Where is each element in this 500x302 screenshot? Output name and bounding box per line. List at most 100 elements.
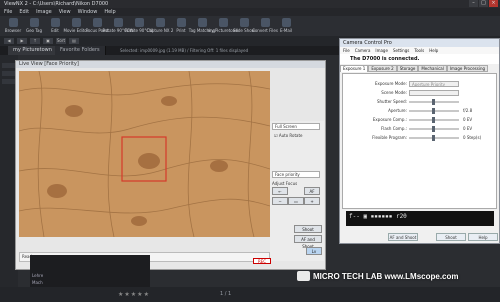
star-icon[interactable]: ★ bbox=[124, 291, 129, 298]
main-menubar: File Edit Image View Window Help bbox=[0, 8, 500, 16]
view-mode-button[interactable]: ▣ bbox=[43, 38, 53, 44]
af-button[interactable]: AF bbox=[304, 187, 320, 195]
tab-storage[interactable]: Storage bbox=[396, 65, 419, 72]
left-panel-item[interactable] bbox=[2, 63, 16, 68]
scene-mode-select[interactable] bbox=[409, 90, 459, 96]
sort-button[interactable]: Sort bbox=[56, 38, 66, 44]
star-icon[interactable]: ★ bbox=[131, 291, 136, 298]
toolbar-slideshow[interactable]: Slide Show bbox=[233, 18, 255, 34]
filter-button[interactable]: ▤ bbox=[69, 38, 79, 44]
focus-near-button[interactable]: ← bbox=[272, 187, 288, 195]
cc-menu-settings[interactable]: Settings bbox=[393, 47, 409, 54]
folder-item[interactable]: Mach bbox=[32, 280, 60, 285]
up-button[interactable]: ↑ bbox=[30, 38, 40, 44]
menu-image[interactable]: Image bbox=[36, 9, 52, 15]
toolbar-browser[interactable]: Browser bbox=[3, 18, 23, 34]
toolbar-edit[interactable]: Edit bbox=[45, 18, 65, 34]
menu-help[interactable]: Help bbox=[104, 9, 115, 15]
af-and-shoot-button[interactable]: AF and Shoot bbox=[294, 235, 322, 249]
flash-comp-slider[interactable] bbox=[409, 126, 459, 132]
toolbar-picturetown[interactable]: my Picturetown bbox=[207, 18, 239, 34]
cc-menu-tools[interactable]: Tools bbox=[414, 47, 424, 54]
cloud-icon bbox=[218, 18, 228, 27]
menu-edit[interactable]: Edit bbox=[19, 9, 29, 15]
slider-thumb[interactable] bbox=[432, 135, 435, 141]
page-indicator: 1 / 1 bbox=[220, 291, 232, 297]
slider-thumb[interactable] bbox=[432, 108, 435, 114]
exposure-mode-label: Exposure Mode: bbox=[374, 81, 407, 86]
rec-indicator[interactable]: REC bbox=[253, 258, 271, 264]
toolbar-geotag[interactable]: Geo Tag bbox=[24, 18, 44, 34]
setting-row: Flash Comp.: 0 EV bbox=[343, 125, 498, 133]
micrograph-tissue bbox=[19, 71, 270, 237]
tab-exposure-1[interactable]: Exposure 1 bbox=[340, 65, 369, 72]
cc-af-and-shoot-button[interactable]: AF and Shoot bbox=[388, 233, 418, 241]
bottom-bar: ★ ★ ★ ★ ★ 1 / 1 bbox=[0, 287, 500, 302]
toolbar-convert-files[interactable]: Convert Files bbox=[252, 18, 278, 34]
zoom-fit-icon[interactable]: ▭ bbox=[288, 197, 304, 205]
shutter-speed-slider[interactable] bbox=[409, 99, 459, 105]
close-button[interactable]: × bbox=[489, 0, 498, 7]
camera-control-tabs: Exposure 1 Exposure 2 Storage Mechanical… bbox=[340, 65, 499, 72]
star-icon[interactable]: ★ bbox=[144, 291, 149, 298]
tab-my-picturetown[interactable]: my Picturetown bbox=[8, 46, 58, 55]
slider-thumb[interactable] bbox=[432, 99, 435, 105]
camera-logo-icon bbox=[297, 271, 310, 281]
cc-menu-help[interactable]: Help bbox=[429, 47, 438, 54]
tab-exposure-2[interactable]: Exposure 2 bbox=[368, 65, 397, 72]
aperture-label: Aperture: bbox=[388, 108, 407, 113]
slider-thumb[interactable] bbox=[432, 117, 435, 123]
setting-row: Flexible Program: 0 Step(s) bbox=[343, 134, 498, 142]
folder-item[interactable]: Lehre bbox=[32, 273, 60, 278]
cc-menu-file[interactable]: File bbox=[343, 47, 350, 54]
face-priority-select[interactable]: Face priority bbox=[272, 171, 320, 178]
convert-icon bbox=[260, 18, 270, 27]
exposure-mode-select[interactable]: Aperture Priority bbox=[409, 81, 459, 87]
setting-row: Exposure Mode: Aperture Priority bbox=[343, 80, 498, 88]
aperture-slider[interactable] bbox=[409, 108, 459, 114]
auto-rotate-checkbox[interactable]: ☑ Auto Rotate bbox=[272, 133, 320, 140]
left-panel-item[interactable] bbox=[2, 71, 16, 76]
cc-menu-image[interactable]: Image bbox=[375, 47, 388, 54]
exposure-settings-panel: Exposure Mode: Aperture Priority Scene M… bbox=[342, 73, 497, 209]
menu-view[interactable]: View bbox=[59, 9, 71, 15]
rotate-cw-icon bbox=[134, 18, 144, 27]
menu-file[interactable]: File bbox=[4, 9, 12, 15]
zoom-in-icon[interactable]: + bbox=[304, 197, 320, 205]
focus-icon bbox=[92, 18, 102, 27]
toolbar-capture-nx[interactable]: Capture NX 2 bbox=[147, 18, 173, 34]
main-toolbar: Browser Geo Tag Edit Movie Editor Focus … bbox=[0, 16, 500, 36]
lv-button[interactable]: Lv bbox=[306, 247, 322, 255]
edit-icon bbox=[50, 18, 60, 27]
cc-shoot-button[interactable]: Shoot bbox=[436, 233, 466, 241]
full-screen-select[interactable]: Full Screen bbox=[272, 123, 320, 130]
scene-mode-label: Scene Mode: bbox=[381, 90, 407, 95]
cc-help-button[interactable]: Help bbox=[468, 233, 498, 241]
tab-image-processing[interactable]: Image Processing bbox=[446, 65, 489, 72]
back-button[interactable]: ◀ bbox=[4, 38, 14, 44]
forward-button[interactable]: ▶ bbox=[17, 38, 27, 44]
tab-mechanical[interactable]: Mechanical bbox=[418, 65, 447, 72]
exposure-comp-slider[interactable] bbox=[409, 117, 459, 123]
toolbar-email[interactable]: E-Mail bbox=[276, 18, 296, 34]
cc-menu-camera[interactable]: Camera bbox=[355, 47, 371, 54]
maximize-button[interactable]: □ bbox=[479, 0, 488, 7]
tab-favorite-folders[interactable]: Favorite Folders bbox=[55, 46, 106, 55]
adjust-focus-label: Adjust Focus bbox=[272, 181, 298, 186]
menu-window[interactable]: Window bbox=[78, 9, 98, 15]
rotate-ccw-icon bbox=[113, 18, 123, 27]
camera-control-title: Camera Control Pro bbox=[340, 39, 499, 47]
star-icon[interactable]: ★ bbox=[137, 291, 142, 298]
flexible-program-label: Flexible Program: bbox=[372, 135, 407, 140]
left-panel-item[interactable] bbox=[2, 79, 16, 84]
setting-row: Scene Mode: bbox=[343, 89, 498, 97]
shoot-button[interactable]: Shoot bbox=[294, 225, 322, 233]
toolbar-movie-editor[interactable]: Movie Editor bbox=[64, 18, 88, 34]
rating-stars[interactable]: ★ ★ ★ ★ ★ bbox=[118, 291, 149, 298]
minimize-button[interactable]: – bbox=[469, 0, 478, 7]
setting-row: Exposure Comp.: 0 EV bbox=[343, 116, 498, 124]
slider-thumb[interactable] bbox=[432, 126, 435, 132]
star-icon[interactable]: ★ bbox=[118, 291, 123, 298]
zoom-out-icon[interactable]: − bbox=[272, 197, 288, 205]
flexible-program-slider[interactable] bbox=[409, 135, 459, 141]
